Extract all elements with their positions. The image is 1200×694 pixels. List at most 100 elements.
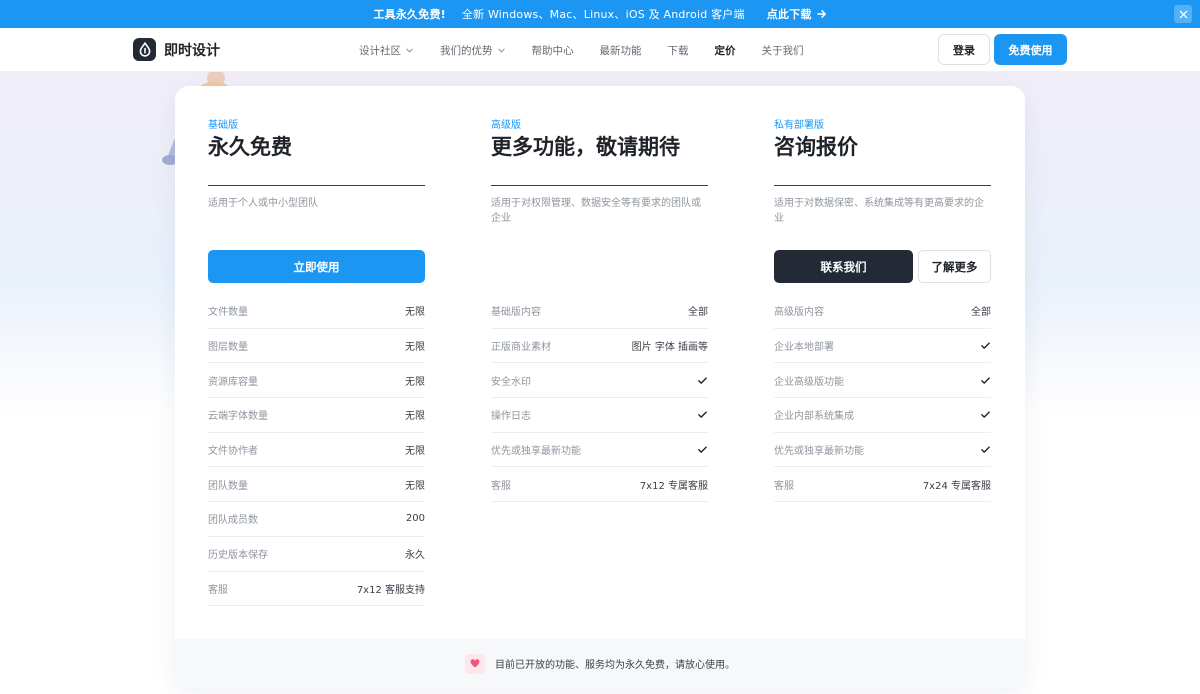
close-icon — [1179, 10, 1187, 18]
use-now-button[interactable]: 立即使用 — [208, 250, 425, 283]
logo-drop-icon — [133, 38, 156, 61]
feature-name: 文件数量 — [208, 307, 248, 319]
check-icon — [698, 446, 707, 453]
feature-value: 200 — [405, 513, 425, 525]
menu-item-label: 关于我们 — [761, 44, 804, 57]
plan-tier: 私有部署版 — [774, 120, 824, 131]
feature-value: 7x12 客服支持 — [356, 584, 425, 596]
feature-name: 优先或独享最新功能 — [774, 446, 864, 458]
feature-name: 客服 — [774, 480, 794, 492]
feature-name: 优先或独享最新功能 — [491, 446, 581, 458]
feature-row: 图层数量 无限 — [208, 329, 425, 364]
menu-item-new-features[interactable]: 最新功能 — [600, 43, 642, 58]
feature-value: 无限 — [405, 446, 425, 458]
divider — [491, 185, 708, 186]
menu-item-label: 我们的优势 — [440, 44, 493, 57]
feature-value: 7x12 专属客服 — [639, 480, 708, 492]
feature-row: 基础版内容 全部 — [491, 294, 708, 329]
feature-name: 企业本地部署 — [774, 342, 834, 354]
promo-download-link[interactable]: 点此下载 — [767, 6, 827, 22]
feature-row: 团队成员数 200 — [208, 502, 425, 537]
menu-item-about[interactable]: 关于我们 — [762, 43, 804, 58]
menu-item-pricing[interactable]: 定价 — [715, 43, 736, 58]
feature-value: 全部 — [688, 307, 708, 319]
feature-name: 高级版内容 — [774, 307, 824, 319]
feature-name: 企业内部系统集成 — [774, 411, 854, 423]
feature-row: 企业内部系统集成 — [774, 398, 991, 433]
feature-row: 客服 7x12 专属客服 — [491, 467, 708, 503]
feature-row: 团队数量 无限 — [208, 467, 425, 503]
feature-row: 优先或独享最新功能 — [491, 433, 708, 468]
check-icon — [981, 446, 990, 453]
menu-item-label: 设计社区 — [359, 44, 401, 57]
menu-item-label: 帮助中心 — [531, 44, 574, 57]
feature-name: 基础版内容 — [491, 307, 541, 319]
heart-icon — [465, 653, 485, 674]
feature-name: 历史版本保存 — [208, 550, 268, 562]
feature-row: 高级版内容 全部 — [774, 294, 991, 329]
feature-value: 7x24 专属客服 — [922, 480, 991, 492]
divider — [208, 185, 425, 186]
feature-name: 图层数量 — [208, 342, 248, 354]
feature-row: 历史版本保存 永久 — [208, 537, 425, 572]
menu-item-label: 最新功能 — [599, 44, 642, 57]
logo-text: 即时设计 — [164, 42, 220, 59]
feature-row: 安全水印 — [491, 363, 708, 399]
feature-name: 文件协作者 — [208, 446, 258, 458]
feature-value: 无限 — [405, 411, 425, 423]
contact-us-button[interactable]: 联系我们 — [774, 250, 913, 283]
login-button[interactable]: 登录 — [938, 34, 990, 65]
promo-banner: 工具永久免费! 全新 Windows、Mac、Linux、iOS 及 Andro… — [0, 0, 1200, 28]
promo-close-button[interactable] — [1174, 5, 1192, 23]
menu-item-download[interactable]: 下载 — [668, 43, 689, 58]
free-use-button[interactable]: 免费使用 — [994, 34, 1067, 65]
check-icon — [981, 342, 990, 349]
feature-value: 图片 字体 插画等 — [631, 342, 708, 354]
learn-more-button[interactable]: 了解更多 — [918, 250, 991, 283]
free-note-bar: 目前已开放的功能、服务均为永久免费，请放心使用。 — [175, 639, 1025, 688]
menu-item-label: 下载 — [667, 44, 689, 57]
feature-value: 无限 — [405, 376, 425, 388]
menu-item-community[interactable]: 设计社区 — [359, 43, 414, 58]
check-icon — [981, 377, 990, 384]
feature-row: 正版商业素材 图片 字体 插画等 — [491, 329, 708, 364]
plan-description: 适用于对数据保密、系统集成等有更高要求的企业 — [774, 198, 984, 224]
feature-list: 高级版内容 全部企业本地部署 企业高级版功能 企业内部系统集成 优先或独享最新功能 客服 7… — [774, 294, 991, 503]
feature-row: 企业本地部署 — [774, 329, 991, 364]
arrow-right-icon — [816, 10, 826, 18]
feature-row: 资源库容量 无限 — [208, 363, 425, 399]
feature-name: 团队成员数 — [208, 515, 258, 527]
menu-item-advantages[interactable]: 我们的优势 — [440, 43, 506, 58]
plan-description: 适用于对权限管理、数据安全等有要求的团队或企业 — [491, 198, 701, 224]
plan-description: 适用于个人或中小型团队 — [208, 198, 318, 209]
promo-platforms: 全新 Windows、Mac、Linux、iOS 及 Android 客户端 — [461, 8, 745, 21]
feature-name: 客服 — [208, 584, 228, 596]
feature-list: 文件数量 无限 图层数量 无限 资源库容量 无限 云端字体数量 无限 文件协作者 无限 团队数量 无限… — [208, 294, 425, 607]
feature-name: 资源库容量 — [208, 376, 258, 388]
chevron-down-icon — [406, 48, 413, 53]
promo-headline: 工具永久免费! — [373, 8, 446, 21]
pricing-card: 基础版 永久免费 适用于个人或中小型团队 立即使用 文件数量 无限 图层数量 无限 资源… — [175, 86, 1025, 688]
feature-row: 云端字体数量 无限 — [208, 398, 425, 433]
feature-row: 客服 7x24 专属客服 — [774, 467, 991, 503]
feature-name: 团队数量 — [208, 480, 248, 492]
plan-tier: 高级版 — [491, 120, 521, 131]
free-note-text: 目前已开放的功能、服务均为永久免费，请放心使用。 — [495, 660, 735, 671]
feature-row: 客服 7x12 客服支持 — [208, 572, 425, 607]
feature-name: 云端字体数量 — [208, 411, 268, 423]
menu-item-help[interactable]: 帮助中心 — [532, 43, 574, 58]
feature-value: 无限 — [405, 307, 425, 319]
feature-row: 文件协作者 无限 — [208, 433, 425, 468]
divider — [774, 185, 991, 186]
main-menu: 设计社区 我们的优势 帮助中心 最新功能 下载 定价 关于我们 — [359, 28, 830, 72]
feature-value: 无限 — [405, 480, 425, 492]
top-navbar: 即时设计 设计社区 我们的优势 帮助中心 最新功能 下载 定价 关于我们 登录 … — [0, 28, 1200, 72]
promo-cta-label: 点此下载 — [766, 8, 812, 21]
feature-value: 永久 — [405, 550, 425, 562]
feature-name: 客服 — [491, 480, 511, 492]
feature-value: 无限 — [405, 342, 425, 354]
logo[interactable]: 即时设计 — [133, 38, 220, 61]
check-icon — [981, 411, 990, 419]
feature-name: 企业高级版功能 — [774, 376, 844, 388]
menu-item-label: 定价 — [714, 44, 736, 57]
